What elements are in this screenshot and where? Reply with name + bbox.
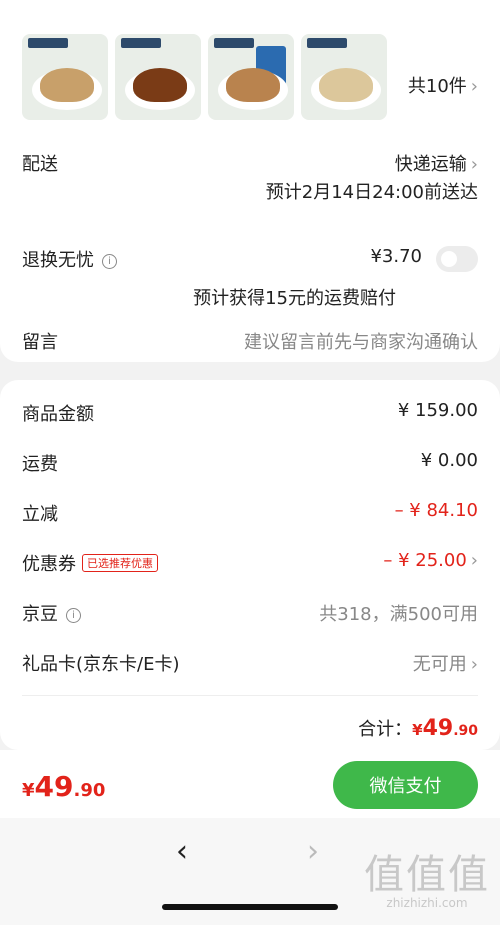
order-details-card: 共10件 › 配送 快递运输 › 预计2月14日24:00前送达 退换无忧 i ¥3.… [0,0,500,362]
forward-icon[interactable]: › [307,834,319,869]
home-indicator[interactable] [162,904,338,910]
total-wrap: 合计：¥49.90 [358,715,478,741]
shipping-value: ¥ 0.00 [420,450,478,471]
return-insurance-label-wrap: 退换无忧 i [22,246,117,272]
bottom-price: ¥49.90 [22,770,105,803]
total-label: 合计： [358,719,413,740]
delivery-label: 配送 [22,154,58,175]
bottom-currency: ¥ [22,780,35,801]
delivery-estimate: 预计2月14日24:00前送达 [265,182,478,203]
delivery-method-wrap: 快递运输 › [395,150,478,176]
giftcard-value-wrap: 无可用 › [413,650,478,676]
chevron-right-icon: › [470,550,478,571]
jingdou-label: 京豆 [22,604,58,625]
watermark-big: 值值值 [364,852,490,898]
total-currency: ¥ [412,721,423,739]
chevron-right-icon: › [470,76,478,97]
bottom-price-int: 49 [34,770,74,803]
giftcard-value: 无可用 [412,654,467,675]
total-int: 49 [422,716,454,741]
checkout-bar: ¥49.90 微信支付 [0,750,500,818]
divider [22,695,478,696]
product-count[interactable]: 共10件 › [408,72,478,98]
delivery-method: 快递运输 [394,154,467,175]
peanut-pack-icon[interactable] [301,34,387,120]
bottom-price-dec: .90 [73,780,106,801]
watermark: 值值值 zhizhizhi.com [364,842,490,910]
price-summary-card: 商品金额 ¥ 159.00 运费 ¥ 0.00 立减 – ¥ 84.10 优惠券… [0,380,500,750]
info-icon[interactable]: i [66,608,81,623]
return-insurance-toggle[interactable] [436,246,478,272]
return-insurance-label: 退换无忧 [22,250,94,271]
jingdou-value: 共318，满500可用 [319,604,478,625]
jingdou-label-wrap: 京豆 i [22,600,81,626]
coupon-value-wrap: – ¥ 25.00 › [383,550,478,571]
coupon-label: 优惠券 [22,554,76,575]
goods-amount-value: ¥ 159.00 [397,400,478,421]
almond-pack-icon[interactable] [208,34,294,120]
message-label: 留言 [22,332,58,353]
chevron-right-icon: › [470,654,478,675]
coupon-label-wrap: 优惠券 已选推荐优惠 [22,550,158,576]
message-input[interactable]: 建议留言前先与商家沟通确认 [244,328,478,354]
coupon-tag: 已选推荐优惠 [82,554,158,572]
return-insurance-note: 预计获得15元的运费赔付 [193,288,396,309]
giftcard-label: 礼品卡(京东卡/E卡) [22,654,180,675]
walnut-pack-icon[interactable] [22,34,108,120]
shipping-label: 运费 [22,454,58,475]
product-count-label: 共10件 [407,76,467,97]
total-dec: .90 [453,723,478,739]
wechat-pay-button[interactable]: 微信支付 [333,761,478,809]
back-icon[interactable]: ‹ [176,834,188,869]
caramel-walnut-pack-icon[interactable] [115,34,201,120]
info-icon[interactable]: i [102,254,117,269]
return-insurance-price: ¥3.70 [370,246,422,267]
goods-amount-label: 商品金额 [22,404,94,425]
discount-label: 立减 [22,504,58,525]
coupon-value: – ¥ 25.00 [383,550,467,571]
discount-value: – ¥ 84.10 [394,500,478,521]
chevron-right-icon: › [470,154,478,175]
